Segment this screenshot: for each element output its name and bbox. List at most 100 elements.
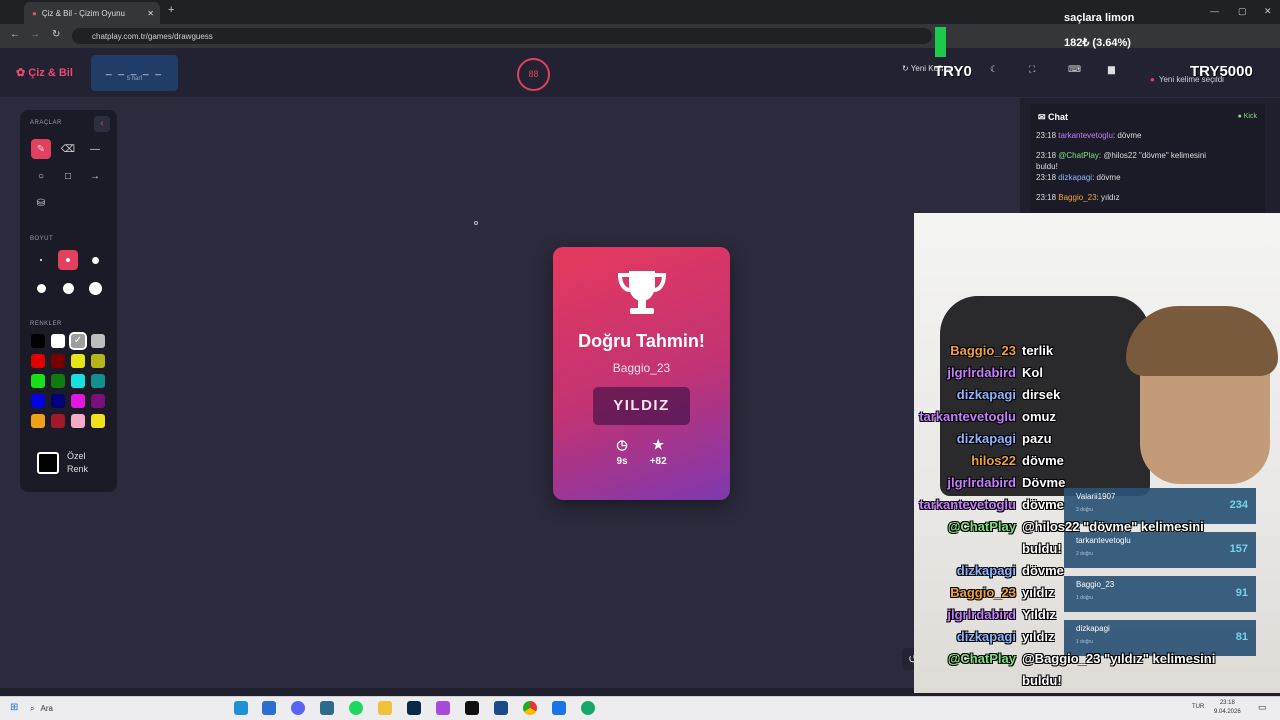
minimize-icon[interactable]: — [1210, 6, 1219, 16]
overlay-chat-line: dizkapagi yıldız [880, 626, 1240, 648]
pencil-tool[interactable]: ✎ [31, 139, 51, 159]
color-swatch[interactable] [91, 414, 105, 428]
chat-app-icon[interactable] [581, 701, 595, 715]
notification-icon[interactable]: ▭ [1258, 702, 1267, 713]
overlay-chat-text: buldu! [1022, 673, 1062, 688]
custom-color-button[interactable]: Özel Renk [37, 450, 88, 476]
edge-icon[interactable] [234, 701, 248, 715]
capcut-icon[interactable] [465, 701, 479, 715]
new-tab-icon[interactable]: + [168, 4, 174, 16]
search-label: Ara [40, 704, 53, 713]
color-swatch[interactable] [51, 374, 65, 388]
collapse-icon[interactable]: ‹ [94, 116, 110, 132]
arrow-tool[interactable]: → [85, 166, 105, 186]
color-swatch[interactable] [71, 374, 85, 388]
drawing-canvas[interactable] [0, 98, 1020, 688]
color-swatch[interactable]: ✓ [69, 332, 87, 350]
tab-favicon-icon: ● [32, 8, 37, 18]
chrome-icon[interactable] [523, 701, 537, 715]
tab-title: Çiz & Bil - Çizim Oyunu [41, 8, 125, 18]
fullscreen-icon[interactable]: ⛶ [1029, 64, 1035, 75]
color-swatch[interactable] [51, 354, 65, 368]
window-close-icon[interactable]: ✕ [1264, 6, 1272, 17]
spotify-icon[interactable] [349, 701, 363, 715]
size-s[interactable] [58, 250, 78, 270]
star-icon: ★ [652, 437, 664, 452]
color-swatch[interactable] [91, 394, 105, 408]
overlay-chat-line: jlgrlrdabird Kol [880, 362, 1240, 384]
line-icon: — [90, 143, 100, 155]
overlay-chat-text: dövme [1022, 497, 1064, 512]
overlay-chat-user: dizkapagi [956, 629, 1016, 644]
app-icon[interactable] [320, 701, 334, 715]
app-header [0, 48, 1280, 98]
overlay-chat-user: dizkapagi [956, 387, 1016, 402]
overlay-chat-text: dövme [1022, 563, 1064, 578]
overlay-chat-user: jlgrlrdabird [947, 365, 1016, 380]
app-logo[interactable]: ✿ Çiz & Bil [16, 66, 73, 79]
forward-icon[interactable]: → [30, 29, 40, 40]
color-swatch[interactable] [71, 394, 85, 408]
overlay-chat-line: @ChatPlay @hilos22 "dövme" kelimesini [880, 516, 1240, 538]
color-swatch[interactable] [31, 414, 45, 428]
color-swatch[interactable] [71, 414, 85, 428]
color-swatch[interactable] [91, 374, 105, 388]
store-icon[interactable] [262, 701, 276, 715]
overlay-chat-text: @hilos22 "dövme" kelimesini [1022, 519, 1204, 534]
size-xs[interactable] [31, 250, 51, 270]
paint-bucket-icon: ⛁ [36, 197, 46, 209]
photoshop-icon[interactable] [407, 701, 421, 715]
color-swatch[interactable] [51, 334, 65, 348]
color-swatch[interactable] [91, 354, 105, 368]
overlay-chat-user: @ChatPlay [947, 519, 1016, 534]
start-icon[interactable]: ⊞ [10, 702, 18, 713]
overlay-chat-line: buldu! [880, 670, 1240, 692]
clock[interactable]: 23:18 9.04.2026 [1214, 699, 1241, 717]
overlay-chat-line: Baggio_23 terlik [880, 340, 1240, 362]
maximize-icon[interactable]: ▢ [1238, 6, 1247, 17]
dark-mode-icon[interactable]: ☾ [990, 64, 998, 75]
game-icon[interactable] [436, 701, 450, 715]
size-l[interactable] [31, 278, 51, 298]
docs-icon[interactable] [552, 701, 566, 715]
size-xxl[interactable] [85, 278, 105, 298]
trash-icon[interactable]: ▆ [1108, 64, 1115, 75]
keyboard-icon[interactable]: ⌨ [1068, 64, 1081, 75]
refresh-icon: ↻ [902, 64, 911, 73]
chat-time: 23:18 [1036, 151, 1057, 160]
color-swatch[interactable] [51, 394, 65, 408]
overlay-chat-text: dirsek [1022, 387, 1061, 402]
back-icon[interactable]: ← [10, 29, 20, 40]
color-swatch[interactable] [31, 374, 45, 388]
circle-icon: ○ [37, 170, 45, 182]
tab-close-icon[interactable]: ✕ [147, 9, 154, 18]
chat-user: Baggio_23 [1058, 193, 1097, 202]
word-hint-box: _ _ _ _ _ 5 harf [91, 55, 178, 91]
video-icon[interactable] [494, 701, 508, 715]
circle-tool[interactable]: ○ [31, 166, 51, 186]
discord-icon[interactable] [291, 701, 305, 715]
language-indicator[interactable]: TUR [1192, 704, 1204, 710]
taskbar-search[interactable]: ⌕ Ara [30, 700, 180, 717]
size-m[interactable] [85, 250, 105, 270]
eraser-tool[interactable]: ⌫ [58, 139, 78, 159]
reload-icon[interactable]: ↻ [52, 29, 60, 40]
palette-icon: ✿ [16, 67, 29, 79]
color-swatch[interactable] [51, 414, 65, 428]
rectangle-tool[interactable]: □ [58, 166, 78, 186]
address-bar[interactable]: chatplay.com.tr/games/drawguess [72, 28, 932, 44]
chat-icon: ✉ [1038, 112, 1049, 122]
fill-tool[interactable]: ⛁ [31, 193, 51, 213]
size-xl[interactable] [58, 278, 78, 298]
color-swatch[interactable] [91, 334, 105, 348]
color-swatch[interactable] [31, 334, 45, 348]
browser-tab[interactable]: ● Çiz & Bil - Çizim Oyunu ✕ [24, 2, 160, 24]
overlay-chat-line: dizkapagi pazu [880, 428, 1240, 450]
overlay-chat-line: jlgrlrdabird Yıldız [880, 604, 1240, 626]
card-time: 9s [616, 456, 628, 467]
color-swatch[interactable] [31, 394, 45, 408]
folder-icon[interactable] [378, 701, 392, 715]
color-swatch[interactable] [31, 354, 45, 368]
line-tool[interactable]: — [85, 139, 105, 159]
color-swatch[interactable] [71, 354, 85, 368]
